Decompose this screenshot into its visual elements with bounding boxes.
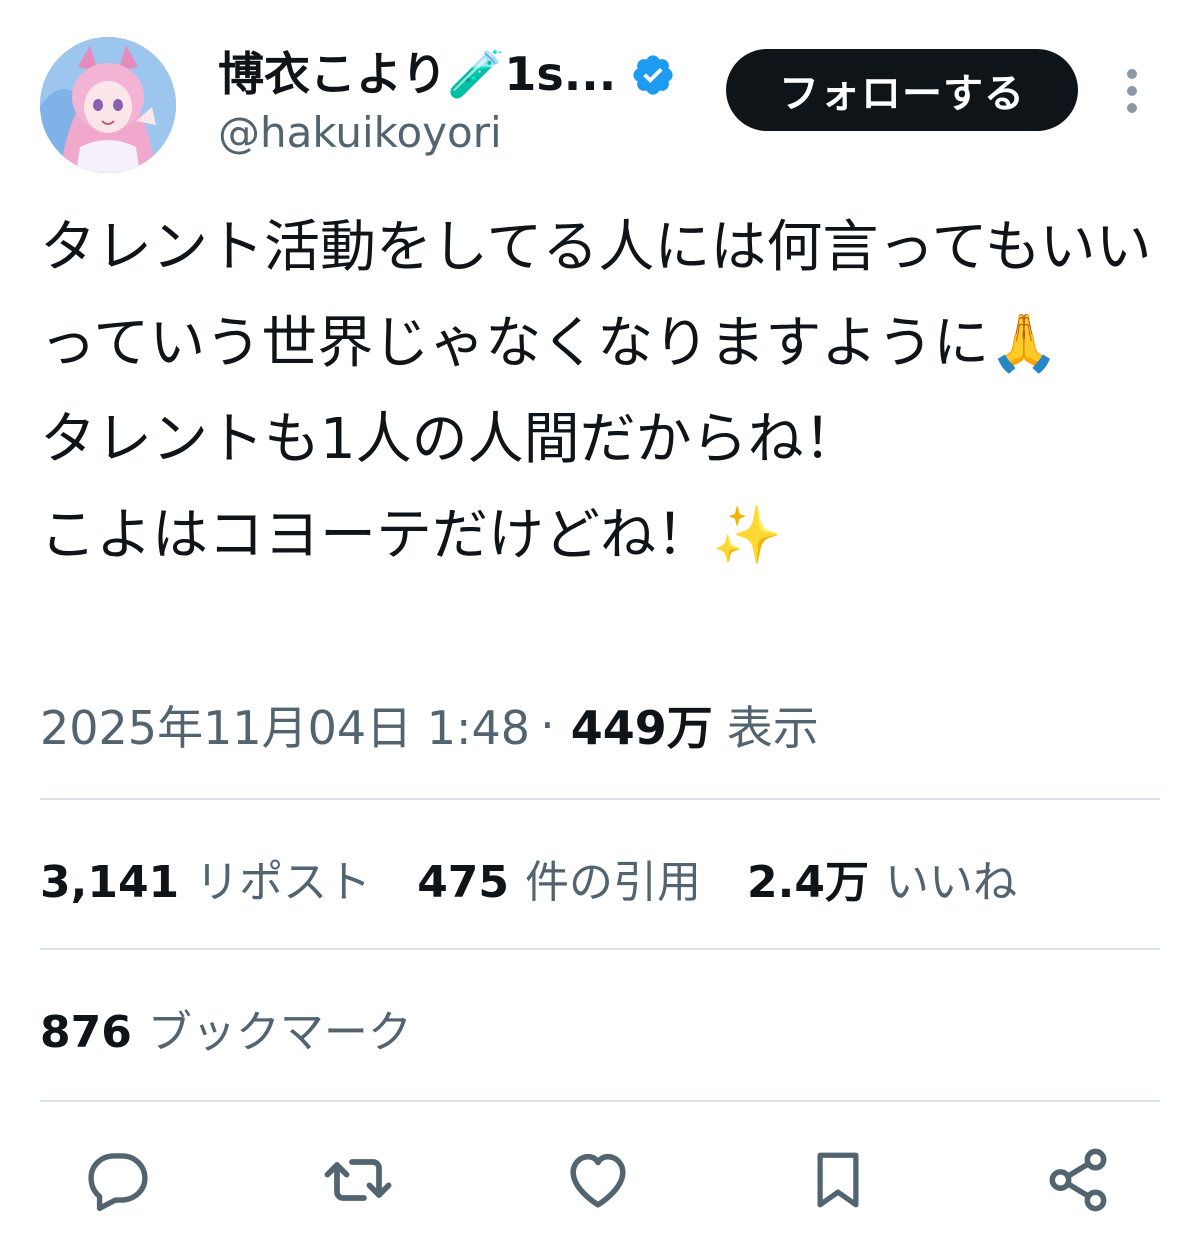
stat-reposts[interactable]: 3,141 リポスト — [40, 846, 371, 910]
retweet-button[interactable] — [318, 1140, 398, 1220]
stat-count: 3,141 — [40, 857, 180, 908]
tweet-header: 博衣こより🧪1s... @hakuikoyori フォローする — [0, 0, 1200, 190]
stat-label: リポスト — [195, 857, 372, 908]
share-button[interactable] — [1038, 1140, 1118, 1220]
stat-label: 件の引用 — [525, 857, 702, 908]
meta-separator: · — [540, 698, 555, 752]
share-icon — [1049, 1148, 1107, 1212]
engagement-stats: 3,141 リポスト 475 件の引用 2.4万 いいね — [40, 845, 1063, 911]
timestamp[interactable]: 2025年11月04日 1:48 — [40, 692, 530, 758]
more-options-icon[interactable] — [1118, 66, 1146, 116]
stat-bookmarks[interactable]: 876 ブックマーク — [40, 995, 458, 1061]
reply-icon — [88, 1153, 148, 1212]
follow-button[interactable]: フォローする — [726, 49, 1078, 131]
divider — [40, 948, 1160, 950]
tweet-text: タレント活動をしてる人には何言ってもいいっていう世界じゃなくなりますように🙏 タ… — [40, 215, 1152, 568]
verified-badge-icon — [633, 55, 673, 95]
stat-label: いいね — [885, 857, 1017, 908]
bookmark-icon — [817, 1152, 859, 1208]
views-label: 表示 — [726, 701, 819, 755]
divider — [40, 1100, 1160, 1102]
retweet-icon — [324, 1159, 392, 1201]
bookmark-button[interactable] — [798, 1140, 878, 1220]
heart-icon — [570, 1153, 626, 1208]
stat-count: 475 — [417, 857, 510, 908]
divider — [40, 798, 1160, 800]
avatar-image — [40, 37, 176, 173]
tweet-meta: 2025年11月04日 1:48 · 449万 表示 — [40, 693, 819, 757]
stat-label: ブックマーク — [147, 1007, 412, 1058]
stat-likes[interactable]: 2.4万 いいね — [747, 846, 1017, 910]
reply-button[interactable] — [78, 1140, 158, 1220]
views-count: 449万 — [570, 701, 713, 755]
stat-count: 2.4万 — [747, 857, 869, 908]
stat-count: 876 — [40, 1007, 132, 1058]
stat-quotes[interactable]: 475 件の引用 — [417, 846, 701, 910]
action-bar — [0, 1140, 1200, 1230]
handle[interactable]: @hakuikoyori — [218, 108, 502, 157]
avatar[interactable] — [40, 37, 176, 173]
like-button[interactable] — [558, 1140, 638, 1220]
display-name[interactable]: 博衣こより🧪1s... — [218, 40, 616, 102]
